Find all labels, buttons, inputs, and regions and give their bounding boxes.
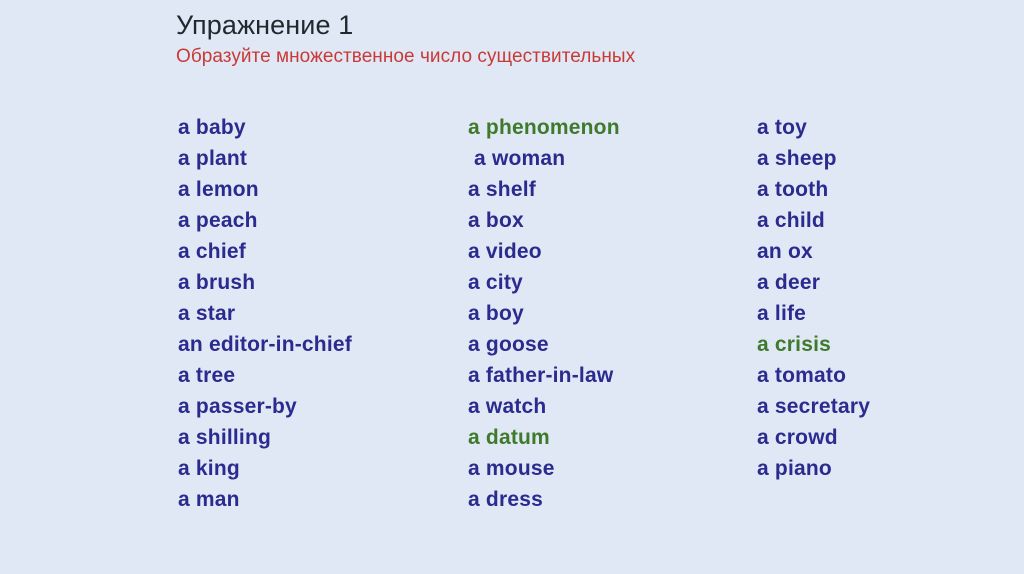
word-item[interactable]: a man	[178, 484, 458, 515]
heading-block: Упражнение 1 Образуйте множественное чис…	[176, 8, 996, 70]
word-column-1: a baby a plant a lemon a peach a chief a brus…	[178, 112, 458, 515]
word-item[interactable]: a tooth	[757, 174, 1017, 205]
word-column-2: a phenomenon a woman a shelf a box a video a…	[468, 112, 748, 515]
word-item[interactable]: a passer-by	[178, 391, 458, 422]
word-item[interactable]: a life	[757, 298, 1017, 329]
word-item[interactable]: a peach	[178, 205, 458, 236]
word-item[interactable]: a chief	[178, 236, 458, 267]
word-item[interactable]: a toy	[757, 112, 1017, 143]
word-item[interactable]: a tree	[178, 360, 458, 391]
word-item[interactable]: a goose	[468, 329, 748, 360]
word-item[interactable]: a watch	[468, 391, 748, 422]
word-item[interactable]: a city	[468, 267, 748, 298]
word-item[interactable]: a box	[468, 205, 748, 236]
page-title: Упражнение 1	[176, 10, 354, 40]
word-item[interactable]: a video	[468, 236, 748, 267]
word-item[interactable]: an editor-in-chief	[178, 329, 458, 360]
word-item[interactable]: a datum	[468, 422, 748, 453]
word-item[interactable]: a shilling	[178, 422, 458, 453]
word-item[interactable]: a star	[178, 298, 458, 329]
word-item[interactable]: a crowd	[757, 422, 1017, 453]
word-item[interactable]: a boy	[468, 298, 748, 329]
word-item[interactable]: a piano	[757, 453, 1017, 484]
word-item[interactable]: a tomato	[757, 360, 1017, 391]
word-item[interactable]: a brush	[178, 267, 458, 298]
word-item[interactable]: an ox	[757, 236, 1017, 267]
word-item[interactable]: a plant	[178, 143, 458, 174]
word-item[interactable]: a child	[757, 205, 1017, 236]
word-item[interactable]: a crisis	[757, 329, 1017, 360]
word-item[interactable]: a woman	[468, 143, 748, 174]
word-item[interactable]: a lemon	[178, 174, 458, 205]
word-item[interactable]: a baby	[178, 112, 458, 143]
word-item[interactable]: a mouse	[468, 453, 748, 484]
word-item[interactable]: a king	[178, 453, 458, 484]
word-item[interactable]: a sheep	[757, 143, 1017, 174]
word-item[interactable]: a shelf	[468, 174, 748, 205]
exercise-instruction: Образуйте множественное число существите…	[176, 46, 636, 67]
word-item[interactable]: a deer	[757, 267, 1017, 298]
word-columns: a baby a plant a lemon a peach a chief a brus…	[0, 112, 1024, 532]
word-item[interactable]: a phenomenon	[468, 112, 748, 143]
word-item[interactable]: a secretary	[757, 391, 1017, 422]
word-column-3: a toy a sheep a tooth a child an ox a deer a l…	[757, 112, 1017, 484]
exercise-slide: Упражнение 1 Образуйте множественное чис…	[0, 0, 1024, 574]
word-item[interactable]: a dress	[468, 484, 748, 515]
word-item[interactable]: a father-in-law	[468, 360, 748, 391]
